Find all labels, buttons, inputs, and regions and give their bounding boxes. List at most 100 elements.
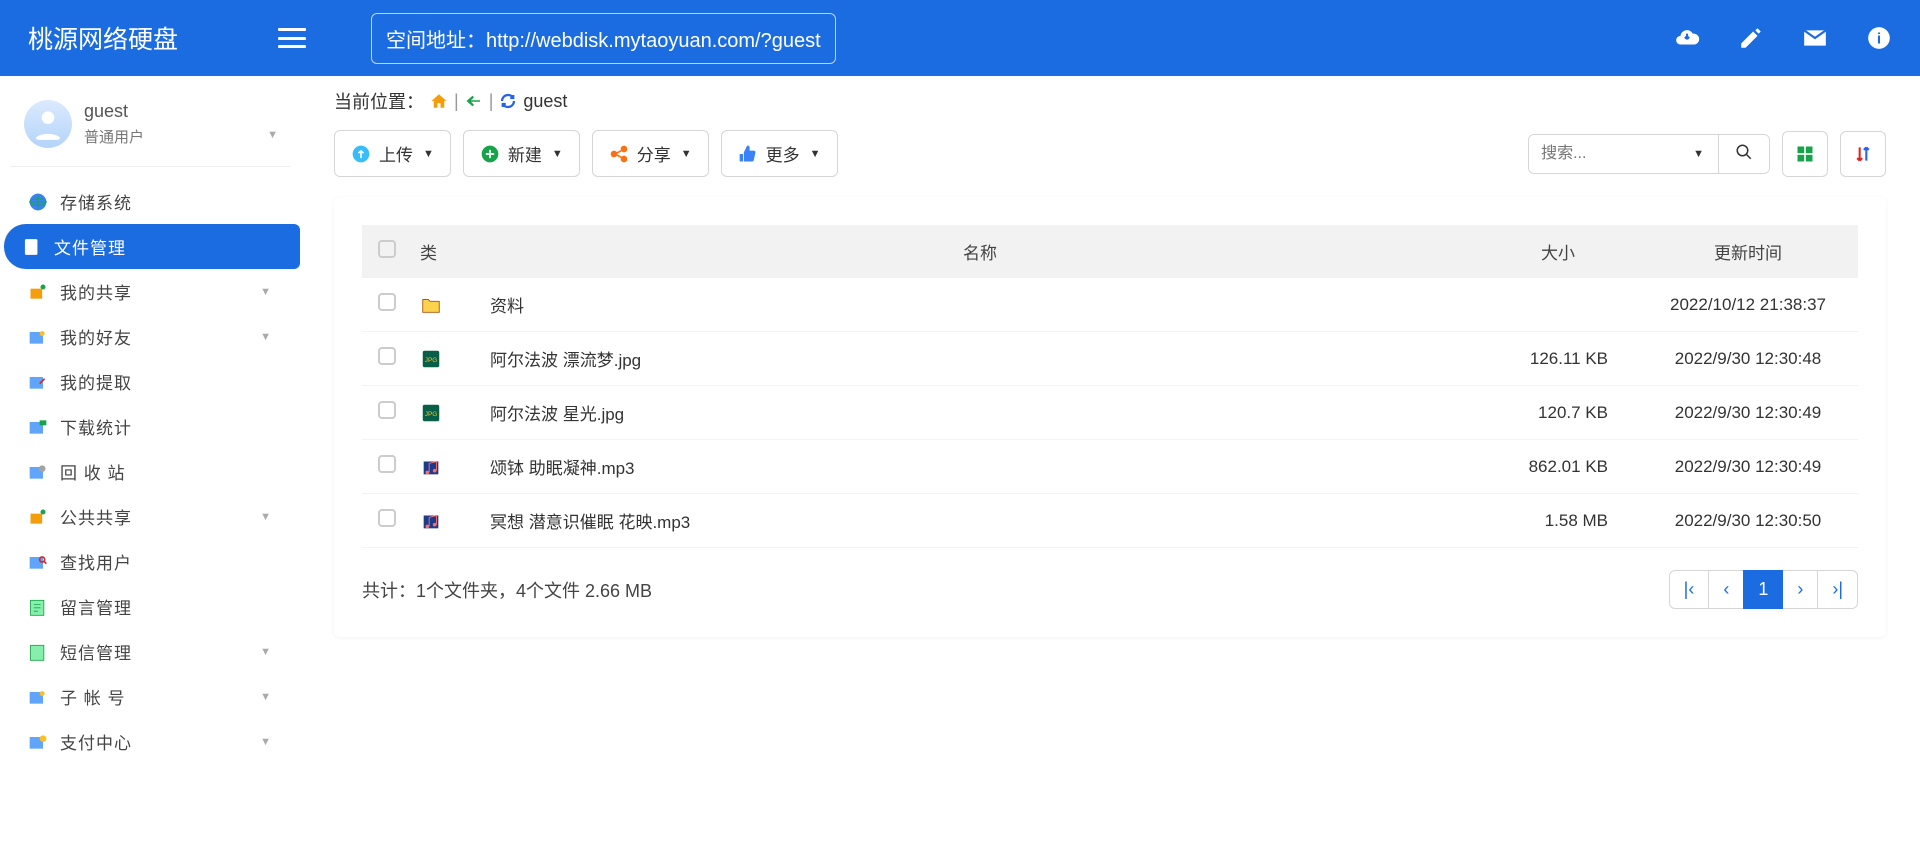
thumb-icon bbox=[738, 144, 758, 164]
page-next[interactable]: › bbox=[1782, 570, 1818, 609]
sidebar-item-10[interactable]: 短信管理 ▼ bbox=[10, 629, 290, 674]
page-prev[interactable]: ‹ bbox=[1708, 570, 1744, 609]
checkbox[interactable] bbox=[378, 347, 396, 365]
main: 当前位置： | | guest 上传▼ 新建▼ 分享▼ 更多▼ bbox=[300, 76, 1920, 780]
checkbox[interactable] bbox=[378, 401, 396, 419]
file-table: 类 名称 大小 更新时间 资料2022/10/12 21:38:37JPG阿尔法… bbox=[362, 225, 1858, 548]
home-icon[interactable] bbox=[430, 92, 448, 110]
table-row[interactable]: JPG阿尔法波 星光.jpg120.7 KB2022/9/30 12:30:49 bbox=[362, 386, 1858, 440]
col-name[interactable]: 名称 bbox=[482, 225, 1478, 278]
back-icon[interactable] bbox=[465, 92, 483, 110]
view-grid-button[interactable] bbox=[1782, 131, 1828, 177]
pay-icon bbox=[28, 732, 48, 752]
msg-icon bbox=[28, 597, 48, 617]
refresh-icon[interactable] bbox=[499, 92, 517, 110]
sidebar-item-3[interactable]: 我的好友▼ bbox=[10, 314, 290, 359]
sidebar-item-2[interactable]: 我的共享▼ bbox=[10, 269, 290, 314]
folder-icon bbox=[420, 294, 442, 316]
share-icon bbox=[609, 144, 629, 164]
menu-toggle[interactable] bbox=[278, 28, 306, 48]
page-current[interactable]: 1 bbox=[1743, 570, 1783, 609]
sidebar-item-label: 我的共享 bbox=[60, 279, 132, 304]
search-group: ▼ bbox=[1528, 134, 1770, 174]
sidebar-item-label: 我的好友 bbox=[60, 324, 132, 349]
user-block[interactable]: guest 普通用户 ▼ bbox=[10, 92, 290, 167]
caret-down-icon: ▼ bbox=[260, 646, 272, 658]
new-button[interactable]: 新建▼ bbox=[463, 130, 580, 177]
sidebar-item-label: 查找用户 bbox=[60, 549, 132, 574]
sidebar-item-1[interactable]: 文件管理 bbox=[4, 224, 300, 269]
sidebar-item-9[interactable]: 留言管理 bbox=[10, 584, 290, 629]
file-name[interactable]: 阿尔法波 星光.jpg bbox=[482, 386, 1478, 440]
page-last[interactable]: ›| bbox=[1817, 570, 1858, 609]
globe-icon bbox=[28, 192, 48, 212]
col-check bbox=[362, 225, 412, 278]
search-dropdown[interactable]: ▼ bbox=[1679, 135, 1718, 173]
file-updated: 2022/10/12 21:38:37 bbox=[1638, 278, 1858, 332]
sidebar-item-label: 我的提取 bbox=[60, 369, 132, 394]
plus-icon bbox=[480, 144, 500, 164]
share-button[interactable]: 分享▼ bbox=[592, 130, 709, 177]
edit-icon[interactable] bbox=[1738, 25, 1764, 51]
checkbox[interactable] bbox=[378, 509, 396, 527]
file-size bbox=[1478, 278, 1638, 332]
table-row[interactable]: JPG阿尔法波 漂流梦.jpg126.11 KB2022/9/30 12:30:… bbox=[362, 332, 1858, 386]
table-row[interactable]: 颂钵 助眠凝神.mp3862.01 KB2022/9/30 12:30:49 bbox=[362, 440, 1858, 494]
sidebar-item-label: 公共共享 bbox=[60, 504, 132, 529]
sidebar-item-7[interactable]: 公共共享▼ bbox=[10, 494, 290, 539]
col-size[interactable]: 大小 bbox=[1478, 225, 1638, 278]
username: guest bbox=[84, 101, 144, 122]
file-name[interactable]: 冥想 潜意识催眠 花映.mp3 bbox=[482, 494, 1478, 548]
sort-button[interactable] bbox=[1840, 131, 1886, 177]
sidebar-item-6[interactable]: 回 收 站 bbox=[10, 449, 290, 494]
file-size: 862.01 KB bbox=[1478, 440, 1638, 494]
doc-icon bbox=[22, 237, 42, 257]
sidebar-item-12[interactable]: 支付中心▼ bbox=[10, 719, 290, 764]
sidebar-item-0[interactable]: 存储系统 bbox=[10, 179, 290, 224]
file-updated: 2022/9/30 12:30:50 bbox=[1638, 494, 1858, 548]
user-role: 普通用户 bbox=[84, 126, 144, 147]
checkbox[interactable] bbox=[378, 455, 396, 473]
page-first[interactable]: |‹ bbox=[1669, 570, 1710, 609]
search-button[interactable] bbox=[1718, 135, 1769, 173]
sidebar-item-11[interactable]: 子 帐 号 ▼ bbox=[10, 674, 290, 719]
file-updated: 2022/9/30 12:30:49 bbox=[1638, 386, 1858, 440]
sidebar-item-label: 子 帐 号 bbox=[60, 684, 125, 709]
stats-icon bbox=[28, 417, 48, 437]
sidebar-item-8[interactable]: 查找用户 bbox=[10, 539, 290, 584]
breadcrumb-leaf[interactable]: guest bbox=[523, 91, 567, 112]
caret-down-icon: ▼ bbox=[260, 691, 272, 703]
breadcrumb-prefix: 当前位置： bbox=[334, 88, 424, 114]
file-size: 1.58 MB bbox=[1478, 494, 1638, 548]
file-card: 类 名称 大小 更新时间 资料2022/10/12 21:38:37JPG阿尔法… bbox=[334, 197, 1886, 637]
table-row[interactable]: 资料 2022/10/12 21:38:37 bbox=[362, 278, 1858, 332]
sidebar-item-label: 文件管理 bbox=[54, 234, 126, 259]
svg-text:JPG: JPG bbox=[425, 410, 437, 417]
sidebar-item-label: 短信管理 bbox=[60, 639, 132, 664]
pub-icon bbox=[28, 507, 48, 527]
find-icon bbox=[28, 552, 48, 572]
caret-down-icon: ▼ bbox=[681, 148, 692, 160]
sidebar-item-label: 下载统计 bbox=[60, 414, 132, 439]
sidebar-item-4[interactable]: 我的提取 bbox=[10, 359, 290, 404]
jpg-icon: JPG bbox=[420, 402, 442, 424]
file-name[interactable]: 资料 bbox=[482, 278, 1478, 332]
mail-icon[interactable] bbox=[1802, 25, 1828, 51]
checkbox[interactable] bbox=[378, 293, 396, 311]
file-name[interactable]: 阿尔法波 漂流梦.jpg bbox=[482, 332, 1478, 386]
checkbox-all[interactable] bbox=[378, 240, 396, 258]
address-bar[interactable]: 空间地址：http://webdisk.mytaoyuan.com/?guest bbox=[371, 13, 836, 64]
col-type[interactable]: 类 bbox=[412, 225, 482, 278]
sidebar-item-5[interactable]: 下载统计 bbox=[10, 404, 290, 449]
col-updated[interactable]: 更新时间 bbox=[1638, 225, 1858, 278]
file-size: 126.11 KB bbox=[1478, 332, 1638, 386]
cloud-download-icon[interactable] bbox=[1674, 25, 1700, 51]
upload-button[interactable]: 上传▼ bbox=[334, 130, 451, 177]
search-input[interactable] bbox=[1529, 135, 1679, 173]
breadcrumb: 当前位置： | | guest bbox=[334, 88, 1886, 114]
more-button[interactable]: 更多▼ bbox=[721, 130, 838, 177]
file-updated: 2022/9/30 12:30:49 bbox=[1638, 440, 1858, 494]
table-row[interactable]: 冥想 潜意识催眠 花映.mp31.58 MB2022/9/30 12:30:50 bbox=[362, 494, 1858, 548]
info-icon[interactable]: i bbox=[1866, 25, 1892, 51]
file-name[interactable]: 颂钵 助眠凝神.mp3 bbox=[482, 440, 1478, 494]
